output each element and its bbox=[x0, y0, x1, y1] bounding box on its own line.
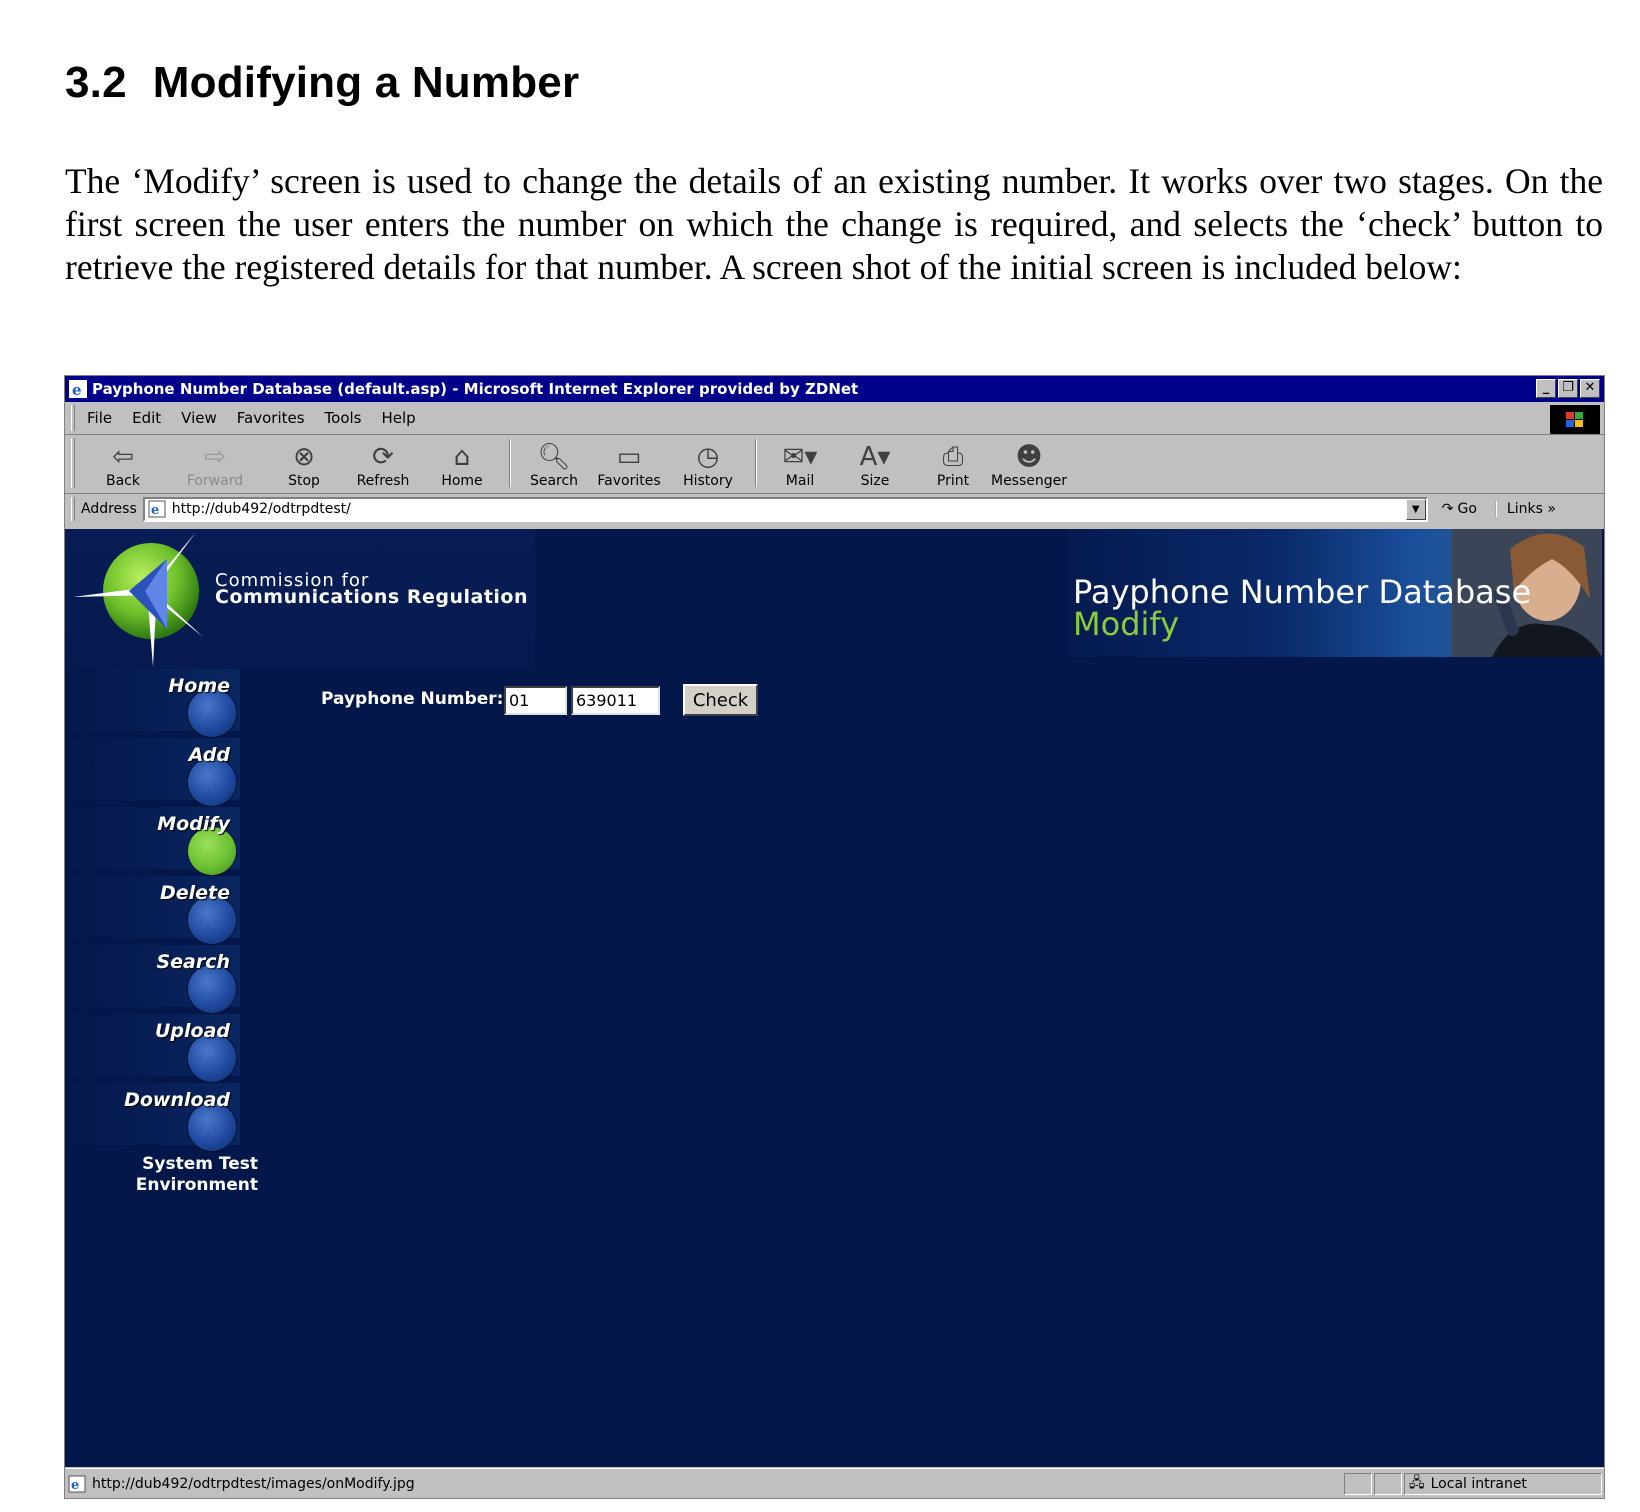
svg-text:e: e bbox=[71, 1478, 79, 1493]
page-icon: e bbox=[68, 1475, 86, 1493]
menu-edit[interactable]: Edit bbox=[132, 409, 161, 427]
nav-modify[interactable]: Modify bbox=[65, 807, 240, 875]
close-button[interactable]: ✕ bbox=[1580, 379, 1600, 398]
menu-file[interactable]: File bbox=[87, 409, 112, 427]
menu-favorites[interactable]: Favorites bbox=[237, 409, 305, 427]
nav-label: Modify bbox=[157, 813, 230, 835]
header-banner: Payphone Number Database Modify bbox=[1067, 529, 1602, 657]
page-icon: e bbox=[148, 500, 166, 518]
address-bar: Address e http://dub492/odtrpdtest/ ▼ ↷ … bbox=[65, 494, 1604, 524]
check-button[interactable]: Check bbox=[683, 684, 758, 716]
menu-bar: File Edit View Favorites Tools Help bbox=[65, 402, 1604, 435]
title-bar: e Payphone Number Database (default.asp)… bbox=[65, 376, 1604, 402]
messenger-icon: ☻ bbox=[1015, 442, 1043, 472]
nav-add[interactable]: Add bbox=[65, 738, 240, 806]
status-bar: e http://dub492/odtrpdtest/images/onModi… bbox=[65, 1468, 1604, 1498]
stop-icon: ⊗ bbox=[293, 442, 315, 472]
forward-arrow-icon: ⇨ bbox=[204, 442, 226, 472]
banner-subtitle: Modify bbox=[1073, 605, 1180, 643]
standard-toolbar: ⇦ Back ⇨ Forward ⊗ Stop ⟳ Refresh ⌂ Home… bbox=[65, 436, 1604, 494]
nav-delete[interactable]: Delete bbox=[65, 876, 240, 944]
refresh-button[interactable]: ⟳ Refresh bbox=[343, 437, 423, 493]
messenger-button[interactable]: ☻ Messenger bbox=[991, 437, 1067, 493]
home-icon: ⌂ bbox=[453, 442, 471, 472]
status-pane bbox=[1344, 1472, 1372, 1495]
restore-button[interactable]: ❐ bbox=[1558, 379, 1578, 398]
favorites-folder-icon: ▭ bbox=[616, 442, 642, 472]
environment-label: System Test Environment bbox=[135, 1154, 258, 1195]
nav-label: Upload bbox=[154, 1020, 230, 1042]
section-number: 3.2 bbox=[65, 58, 127, 107]
history-icon: ◷ bbox=[696, 442, 720, 472]
address-grip bbox=[71, 497, 75, 521]
nav-home[interactable]: Home bbox=[65, 669, 240, 737]
print-button[interactable]: ⎙ Print bbox=[915, 437, 991, 493]
web-page: Commission for Communications Regulation… bbox=[65, 529, 1604, 1467]
svg-text:e: e bbox=[72, 381, 82, 399]
menu-grip bbox=[71, 405, 75, 431]
org-name-line2: Communications Regulation bbox=[215, 586, 528, 608]
banner-title: Payphone Number Database bbox=[1073, 573, 1532, 611]
chevron-right-icon: » bbox=[1547, 501, 1556, 517]
go-button[interactable]: ↷ Go bbox=[1442, 501, 1477, 517]
browser-window: e Payphone Number Database (default.asp)… bbox=[64, 375, 1605, 1499]
back-button[interactable]: ⇦ Back bbox=[81, 437, 165, 493]
nav-label: Search bbox=[156, 951, 230, 973]
search-button[interactable]: 🔍︎ Search bbox=[519, 437, 589, 493]
go-arrow-icon: ↷ bbox=[1441, 501, 1454, 517]
toolbar-separator bbox=[755, 438, 757, 487]
printer-icon: ⎙ bbox=[942, 442, 964, 472]
menu-help[interactable]: Help bbox=[382, 409, 416, 427]
payphone-number-label: Payphone Number: bbox=[321, 689, 504, 709]
comreg-star-logo-icon bbox=[73, 532, 203, 667]
address-dropdown-button[interactable]: ▼ bbox=[1405, 498, 1426, 520]
nav-label: Delete bbox=[159, 882, 230, 904]
text-size-icon: A▾ bbox=[859, 442, 891, 472]
nav-upload[interactable]: Upload bbox=[65, 1014, 240, 1082]
nav-search[interactable]: Search bbox=[65, 945, 240, 1013]
windows-logo-icon bbox=[1550, 405, 1600, 434]
address-url: http://dub492/odtrpdtest/ bbox=[171, 501, 351, 517]
home-button[interactable]: ⌂ Home bbox=[423, 437, 501, 493]
section-title: Modifying a Number bbox=[152, 58, 580, 107]
links-button[interactable]: Links » bbox=[1494, 501, 1556, 517]
section-heading: 3.2 Modifying a Number bbox=[65, 58, 579, 108]
menu-tools[interactable]: Tools bbox=[325, 409, 362, 427]
refresh-icon: ⟳ bbox=[372, 442, 394, 472]
minimize-button[interactable]: _ bbox=[1536, 379, 1556, 398]
ie-logo-icon: e bbox=[69, 380, 87, 399]
address-input[interactable]: e http://dub492/odtrpdtest/ ▼ bbox=[142, 496, 1428, 522]
intranet-icon: 🖧 bbox=[1409, 1474, 1425, 1491]
status-pane bbox=[1374, 1472, 1402, 1495]
forward-button[interactable]: ⇨ Forward bbox=[165, 437, 265, 493]
stop-button[interactable]: ⊗ Stop bbox=[265, 437, 343, 493]
nav-label: Add bbox=[188, 744, 230, 766]
security-zone: 🖧 Local intranet bbox=[1404, 1472, 1602, 1495]
search-icon: 🔍︎ bbox=[537, 442, 571, 472]
size-button[interactable]: A▾ Size bbox=[835, 437, 915, 493]
nav-download[interactable]: Download bbox=[65, 1083, 240, 1151]
svg-text:e: e bbox=[151, 503, 159, 518]
favorites-button[interactable]: ▭ Favorites bbox=[589, 437, 669, 493]
nav-label: Download bbox=[124, 1089, 230, 1111]
intro-paragraph: The ‘Modify’ screen is used to change th… bbox=[65, 161, 1603, 287]
area-code-input[interactable] bbox=[504, 686, 567, 715]
back-arrow-icon: ⇦ bbox=[112, 442, 134, 472]
local-number-input[interactable] bbox=[571, 686, 660, 715]
mail-icon: ✉▾ bbox=[782, 442, 818, 472]
menu-view[interactable]: View bbox=[181, 409, 217, 427]
address-label: Address bbox=[81, 501, 137, 517]
window-title: Payphone Number Database (default.asp) -… bbox=[92, 380, 859, 398]
mail-button[interactable]: ✉▾ Mail bbox=[765, 437, 835, 493]
logo-area: Commission for Communications Regulation bbox=[65, 529, 535, 669]
status-text: http://dub492/odtrpdtest/images/onModify… bbox=[92, 1475, 415, 1492]
toolbar-separator bbox=[509, 438, 511, 487]
org-name: Commission for Communications Regulation bbox=[215, 572, 528, 608]
nav-label: Home bbox=[168, 675, 230, 697]
history-button[interactable]: ◷ History bbox=[669, 437, 747, 493]
toolbar-grip bbox=[71, 437, 75, 488]
